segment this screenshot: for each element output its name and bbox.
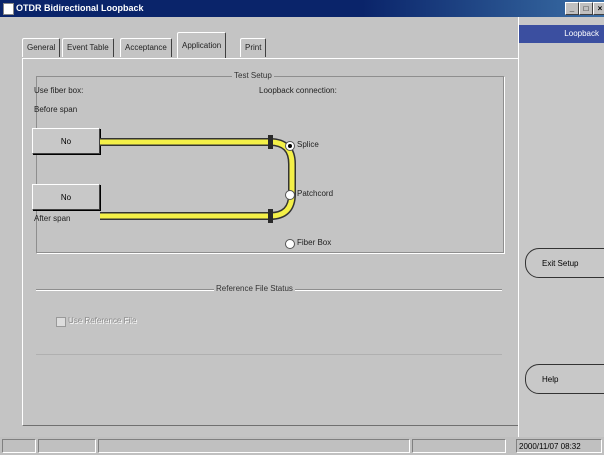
title-bar: OTDR Bidirectional Loopback _ □ × <box>0 0 604 17</box>
status-bar: 2000/11/07 08:32 <box>0 437 604 455</box>
tab-label: Print <box>245 43 262 52</box>
before-span-button[interactable]: No <box>32 128 100 154</box>
application-panel: Test Setup Use fiber box: Before span Lo… <box>22 58 520 426</box>
tab-label: Acceptance <box>125 43 167 52</box>
checkbox-icon[interactable] <box>56 317 66 327</box>
use-reference-file-label: Use Reference File <box>68 316 137 325</box>
radio-button[interactable] <box>285 190 295 200</box>
radio-button[interactable] <box>285 239 295 249</box>
tab-label: Event Table <box>67 43 109 52</box>
app-icon <box>3 3 14 15</box>
fiber-cable <box>100 139 295 219</box>
tab-acceptance[interactable]: Acceptance <box>120 38 172 57</box>
status-timestamp: 2000/11/07 08:32 <box>516 439 602 453</box>
loopback-connection-label: Loopback connection: <box>259 86 337 95</box>
status-cell <box>38 439 96 453</box>
main-area: General Event Table Acceptance Applicati… <box>0 17 520 437</box>
before-span-label: Before span <box>34 105 78 114</box>
sidebar: Loopback Exit Setup Help <box>518 17 604 437</box>
tab-application[interactable]: Application <box>177 32 227 58</box>
loopback-header: Loopback <box>519 25 604 43</box>
tab-label: Application <box>182 41 222 50</box>
after-span-button[interactable]: No <box>32 184 100 210</box>
connector-icon <box>268 209 273 223</box>
use-fiber-box-label: Use fiber box: <box>34 86 84 95</box>
radio-button[interactable] <box>285 141 295 151</box>
help-button[interactable]: Help <box>525 364 604 394</box>
radio-label: Patchcord <box>297 189 334 198</box>
status-cell <box>2 439 36 453</box>
radio-label: Splice <box>297 140 319 149</box>
status-cell <box>98 439 410 453</box>
maximize-icon[interactable]: □ <box>579 2 593 15</box>
radio-label: Fiber Box <box>297 238 332 247</box>
tab-event-table[interactable]: Event Table <box>62 38 114 57</box>
tab-label: General <box>27 43 56 52</box>
window-title: OTDR Bidirectional Loopback <box>16 3 144 13</box>
exit-setup-button[interactable]: Exit Setup <box>525 248 604 278</box>
close-icon[interactable]: × <box>593 2 604 15</box>
connector-icon <box>268 135 273 149</box>
status-cell <box>412 439 506 453</box>
minimize-icon[interactable]: _ <box>565 2 579 15</box>
tab-general[interactable]: General <box>22 38 61 57</box>
tab-print[interactable]: Print <box>240 38 267 57</box>
fiber-loop-diagram <box>100 135 296 223</box>
divider <box>36 354 502 355</box>
test-setup-title: Test Setup <box>232 71 274 80</box>
reference-file-title: Reference File Status <box>214 284 295 293</box>
after-span-label: After span <box>34 214 71 223</box>
